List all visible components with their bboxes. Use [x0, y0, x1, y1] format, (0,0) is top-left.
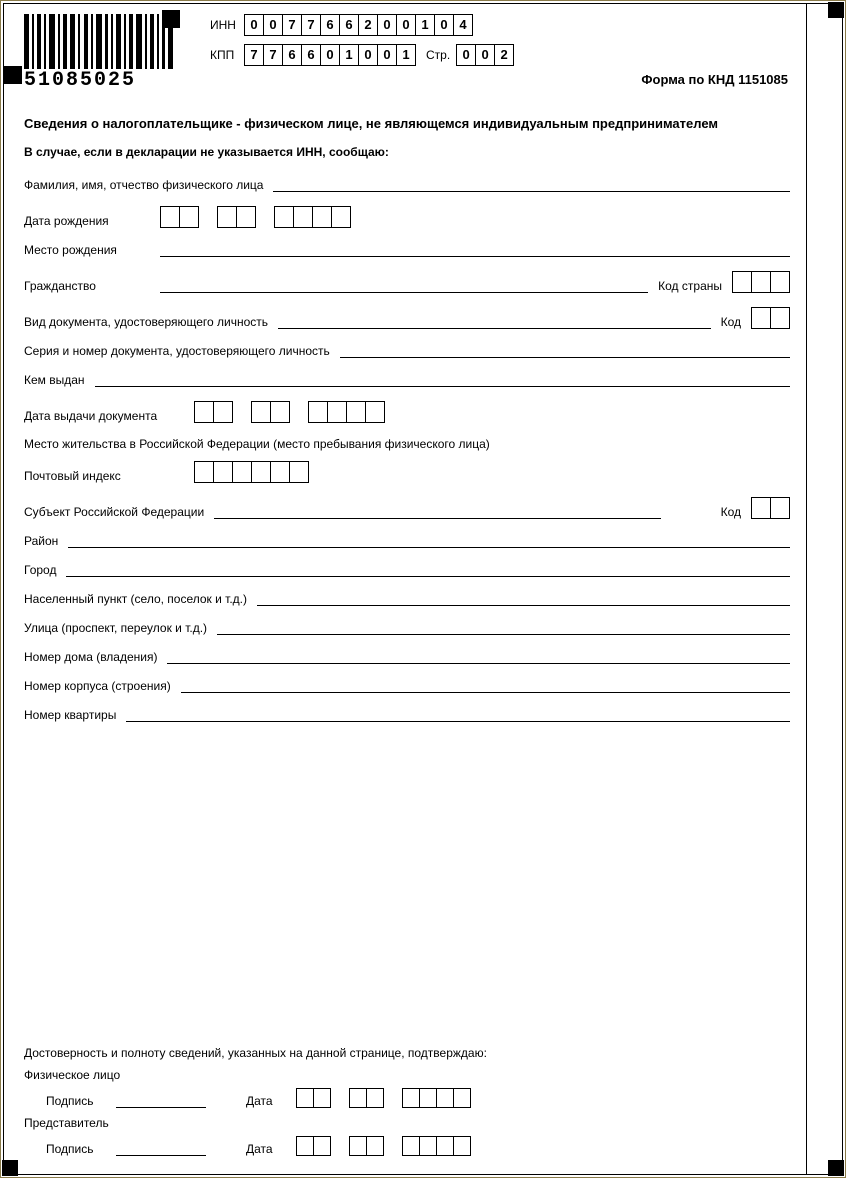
label-code: Код	[711, 315, 751, 329]
barcode-number: 51085025	[24, 69, 174, 92]
page-sheet: 51085025 ИНН 0 0 7 7 6 6 2 0 0 1	[0, 0, 846, 1178]
alignment-marker	[828, 1160, 844, 1176]
field-flat[interactable]	[126, 707, 790, 722]
inn-cell: 7	[301, 14, 321, 36]
field-doc-type[interactable]	[278, 314, 711, 329]
field-building[interactable]	[181, 678, 790, 693]
zip-cells[interactable]	[194, 461, 309, 483]
kpp-cell: 0	[377, 44, 397, 66]
main-content: 51085025 ИНН 0 0 7 7 6 6 2 0 0 1	[4, 4, 806, 1174]
inn-label: ИНН	[210, 18, 244, 32]
representative-label: Представитель	[24, 1116, 784, 1130]
alignment-marker	[4, 66, 22, 84]
label-street: Улица (проспект, переулок и т.д.)	[24, 621, 217, 635]
label-fio: Фамилия, имя, отчество физического лица	[24, 178, 273, 192]
inn-cell: 6	[320, 14, 340, 36]
field-doc-serial[interactable]	[340, 343, 790, 358]
label-settlement: Населенный пункт (село, поселок и т.д.)	[24, 592, 257, 606]
field-subject[interactable]	[214, 504, 660, 519]
inn-cell: 0	[396, 14, 416, 36]
kpp-cell: 6	[301, 44, 321, 66]
dob-cells[interactable]	[160, 206, 351, 228]
label-dob: Дата рождения	[24, 214, 160, 228]
inn-cell: 4	[453, 14, 473, 36]
inn-cell: 6	[339, 14, 359, 36]
kpp-cell: 7	[244, 44, 264, 66]
inn-cells: 0 0 7 7 6 6 2 0 0 1 0 4	[244, 14, 473, 36]
page-cell: 2	[494, 44, 514, 66]
label-country-code: Код страны	[648, 279, 732, 293]
field-street[interactable]	[217, 620, 790, 635]
field-citizenship[interactable]	[160, 278, 648, 293]
label-building: Номер корпуса (строения)	[24, 679, 181, 693]
date-label: Дата	[246, 1094, 296, 1108]
inn-cell: 0	[244, 14, 264, 36]
barcode: 51085025	[24, 14, 174, 90]
date-individual-cells[interactable]	[296, 1088, 471, 1108]
kpp-cell: 0	[358, 44, 378, 66]
inn-cell: 0	[434, 14, 454, 36]
page-cells: 0 0 2	[456, 44, 514, 66]
section-subtitle: В случае, если в декларации не указывает…	[24, 145, 790, 159]
kpp-cell: 1	[339, 44, 359, 66]
label-pob: Место рождения	[24, 243, 160, 257]
field-district[interactable]	[68, 533, 790, 548]
kpp-cells: 7 7 6 6 0 1 0 0 1	[244, 44, 416, 66]
field-fio[interactable]	[273, 177, 790, 192]
label-issued-by: Кем выдан	[24, 373, 95, 387]
inn-cell: 2	[358, 14, 378, 36]
doc-date-cells[interactable]	[194, 401, 385, 423]
label-doc-date: Дата выдачи документа	[24, 409, 194, 423]
inn-cell: 1	[415, 14, 435, 36]
kpp-label: КПП	[210, 48, 244, 62]
field-issued-by[interactable]	[95, 372, 790, 387]
label-district: Район	[24, 534, 68, 548]
date-label: Дата	[246, 1142, 296, 1156]
field-city[interactable]	[66, 562, 790, 577]
page-label: Стр.	[426, 48, 450, 62]
label-doc-serial: Серия и номер документа, удостоверяющего…	[24, 344, 340, 358]
label-subject: Субъект Российской Федерации	[24, 505, 214, 519]
sign-field-representative[interactable]	[116, 1141, 206, 1156]
sign-label: Подпись	[46, 1094, 116, 1108]
label-subject-code: Код	[711, 505, 751, 519]
alignment-marker	[2, 1160, 18, 1176]
subject-code-cells[interactable]	[751, 497, 790, 519]
inn-cell: 7	[282, 14, 302, 36]
sign-label: Подпись	[46, 1142, 116, 1156]
field-house[interactable]	[167, 649, 790, 664]
section-title: Сведения о налогоплательщике - физическо…	[24, 116, 790, 131]
sign-field-individual[interactable]	[116, 1093, 206, 1108]
field-settlement[interactable]	[257, 591, 790, 606]
alignment-marker	[828, 2, 844, 18]
label-house: Номер дома (владения)	[24, 650, 167, 664]
label-citizenship: Гражданство	[24, 279, 160, 293]
label-residence: Место жительства в Российской Федерации …	[24, 437, 500, 451]
inn-cell: 0	[263, 14, 283, 36]
kpp-cell: 6	[282, 44, 302, 66]
footer-block: Достоверность и полноту сведений, указан…	[24, 1046, 784, 1164]
inn-cell: 0	[377, 14, 397, 36]
label-city: Город	[24, 563, 66, 577]
individual-label: Физическое лицо	[24, 1068, 784, 1082]
page-cell: 0	[475, 44, 495, 66]
right-margin	[806, 4, 842, 1174]
kpp-cell: 1	[396, 44, 416, 66]
kpp-cell: 7	[263, 44, 283, 66]
date-representative-cells[interactable]	[296, 1136, 471, 1156]
kpp-cell: 0	[320, 44, 340, 66]
field-pob[interactable]	[160, 242, 790, 257]
confirm-text: Достоверность и полноту сведений, указан…	[24, 1046, 784, 1060]
page-cell: 0	[456, 44, 476, 66]
doc-code-cells[interactable]	[751, 307, 790, 329]
label-flat: Номер квартиры	[24, 708, 126, 722]
knd-code: Форма по КНД 1151085	[641, 72, 788, 87]
label-zip: Почтовый индекс	[24, 469, 194, 483]
country-code-cells[interactable]	[732, 271, 790, 293]
label-doc-type: Вид документа, удостоверяющего личность	[24, 315, 278, 329]
